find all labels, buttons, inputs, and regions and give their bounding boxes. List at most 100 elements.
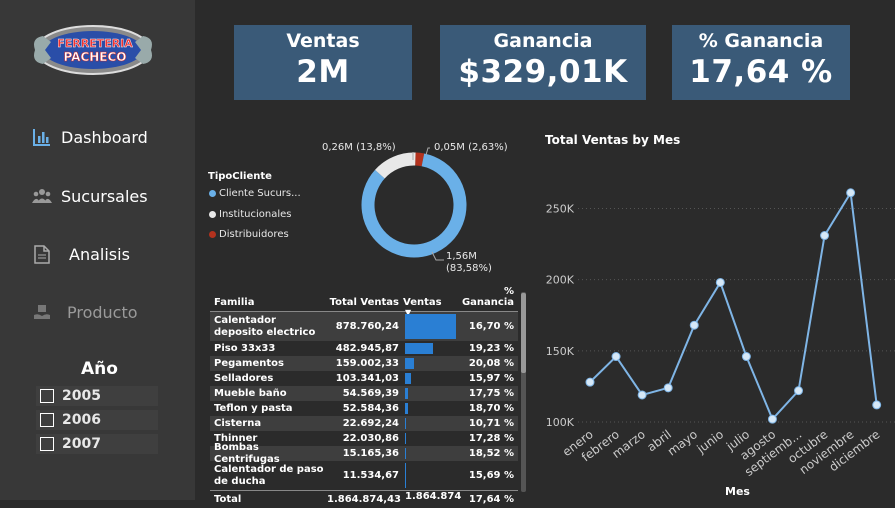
cell-total-ventas: 11.534,67: [342, 470, 399, 481]
data-point[interactable]: [794, 386, 804, 396]
chart-title: Total Ventas by Mes: [545, 133, 681, 147]
kpi-value: $329,01K: [458, 54, 628, 90]
svg-text:PACHECO: PACHECO: [63, 50, 126, 64]
cell-pct-ganancia: 16,70 %: [468, 321, 514, 332]
cell-total-ventas: 22.692,24: [342, 418, 399, 429]
sidebar: FERRETERIA PACHECO Dashboard Sucursales …: [0, 0, 195, 500]
data-point[interactable]: [820, 231, 830, 241]
nav-analisis[interactable]: Analisis: [31, 243, 130, 265]
cell-total-ventas: 878.760,24: [335, 321, 399, 332]
legend-dot: [209, 231, 216, 238]
data-point[interactable]: [872, 400, 882, 410]
data-point[interactable]: [585, 377, 595, 387]
table-row[interactable]: Teflon y pasta 52.584,36 18,70 %: [210, 401, 518, 416]
legend-label: Institucionales: [219, 209, 292, 220]
table-row[interactable]: Calentador deposito electrico 878.760,24 1…: [210, 312, 518, 341]
year-filter-title: Año: [81, 359, 118, 379]
cell-ventas-bar: [403, 401, 458, 416]
cell-pct-ganancia: 18,70 %: [468, 403, 514, 414]
cell-familia: Pegamentos: [214, 357, 284, 369]
nav-dashboard[interactable]: Dashboard: [31, 126, 148, 148]
data-point[interactable]: [611, 352, 621, 362]
year-option-2006[interactable]: 2006: [36, 410, 158, 430]
data-point[interactable]: [767, 414, 777, 424]
nav-sucursales[interactable]: Sucursales: [31, 185, 148, 207]
data-point[interactable]: [741, 352, 751, 362]
nav-producto[interactable]: Producto: [31, 301, 138, 323]
cell-ventas-bar: [403, 371, 458, 386]
cell-total-ventas: 482.945,87: [335, 343, 399, 354]
svg-text:FERRETERIA: FERRETERIA: [57, 37, 133, 50]
nav-dashboard-label: Dashboard: [61, 127, 148, 147]
ventas-bar: [405, 373, 411, 384]
familia-table: Familia Total Ventas Ventas ▼ % Ganancia…: [210, 286, 518, 508]
cell-ventas-bar: [403, 461, 458, 490]
ventas-bar: [405, 314, 456, 339]
ventas-bar: [405, 403, 409, 414]
cell-pct-ganancia: 20,08 %: [468, 358, 514, 369]
cell-pct-ganancia: 10,71 %: [468, 418, 514, 429]
cell-ventas-bar: [403, 386, 458, 401]
cell-pct-ganancia: 17,75 %: [468, 388, 514, 399]
data-point[interactable]: [689, 320, 699, 330]
year-option-2005[interactable]: 2005: [36, 386, 158, 406]
cell-familia: Calentador de paso de ducha: [214, 463, 324, 487]
table-row[interactable]: Calentador de paso de ducha 11.534,67 15,6…: [210, 461, 518, 490]
year-option-2007[interactable]: 2007: [36, 434, 158, 454]
ventas-bar: [405, 418, 407, 429]
header-pct-ganancia[interactable]: % Ganancia: [458, 286, 518, 308]
donut-legend-title: TipoCliente: [208, 171, 272, 182]
legend-item-distribuidores[interactable]: Distribuidores: [209, 229, 289, 240]
cell-ventas-bar: [403, 312, 458, 341]
data-point[interactable]: [663, 383, 673, 393]
header-ventas[interactable]: Ventas ▼: [403, 297, 458, 317]
data-point[interactable]: [846, 188, 856, 198]
cell-pct-ganancia: 15,97 %: [468, 373, 514, 384]
legend-item-cliente-sucursal[interactable]: Cliente Sucurs...: [209, 188, 301, 199]
legend-label: Cliente Sucurs...: [219, 188, 301, 199]
kpi-card-ganancia: Ganancia $329,01K: [440, 25, 646, 100]
header-total-ventas[interactable]: Total Ventas: [327, 297, 403, 308]
table-row[interactable]: Cisterna 22.692,24 10,71 %: [210, 416, 518, 431]
y-tick-label: 150K: [546, 345, 575, 358]
table-row[interactable]: Bombas Centrifugas 15.165,36 18,52 %: [210, 442, 518, 465]
table-row[interactable]: Piso 33x33 482.945,87 19,23 %: [210, 341, 518, 356]
table-row[interactable]: Selladores 103.341,03 15,97 %: [210, 371, 518, 386]
data-point[interactable]: [715, 277, 725, 287]
donut-leader-lines: [412, 147, 444, 261]
year-option-label: 2007: [62, 436, 101, 452]
year-option-label: 2005: [62, 388, 101, 404]
y-tick-label: 100K: [546, 416, 575, 429]
cell-familia: Teflon y pasta: [214, 402, 293, 414]
document-icon: [31, 243, 53, 265]
cell-pct-ganancia: 18,52 %: [468, 448, 514, 459]
checkbox[interactable]: [40, 413, 54, 427]
ventas-bar: [405, 463, 406, 488]
checkbox[interactable]: [40, 437, 54, 451]
table-total-row: Total 1.864.874,43 1.864.874 17,64 %: [210, 490, 518, 508]
kpi-card-ventas: Ventas 2M: [234, 25, 412, 100]
table-scrollbar-thumb[interactable]: [521, 293, 526, 373]
cell-pct-ganancia: 15,69 %: [468, 470, 514, 481]
legend-dot: [209, 190, 216, 197]
donut-label-institucionales: 0,26M (13,8%): [322, 142, 396, 153]
header-ventas-label: Ventas: [403, 297, 442, 308]
ventas-bar: [405, 448, 406, 459]
checkbox[interactable]: [40, 389, 54, 403]
ventas-bar: [405, 433, 407, 444]
ferreteria-pacheco-logo: FERRETERIA PACHECO: [33, 20, 157, 78]
table-row[interactable]: Pegamentos 159.002,33 20,08 %: [210, 356, 518, 371]
legend-item-institucionales[interactable]: Institucionales: [209, 209, 291, 220]
ventas-bar: [405, 343, 434, 354]
cell-total-ventas: 103.341,03: [335, 373, 399, 384]
header-familia[interactable]: Familia: [210, 297, 327, 308]
nav-analisis-label: Analisis: [69, 244, 130, 264]
kpi-card-pct-ganancia: % Ganancia 17,64 %: [672, 25, 850, 100]
table-body: Calentador deposito electrico 878.760,24 1…: [210, 312, 518, 490]
data-point[interactable]: [637, 390, 647, 400]
cell-total-ventas: 52.584,36: [342, 403, 399, 414]
y-tick-label: 200K: [546, 274, 575, 287]
cell-familia: Piso 33x33: [214, 342, 276, 354]
table-row[interactable]: Mueble baño 54.569,39 17,75 %: [210, 386, 518, 401]
table-header: Familia Total Ventas Ventas ▼ % Ganancia: [210, 286, 518, 317]
